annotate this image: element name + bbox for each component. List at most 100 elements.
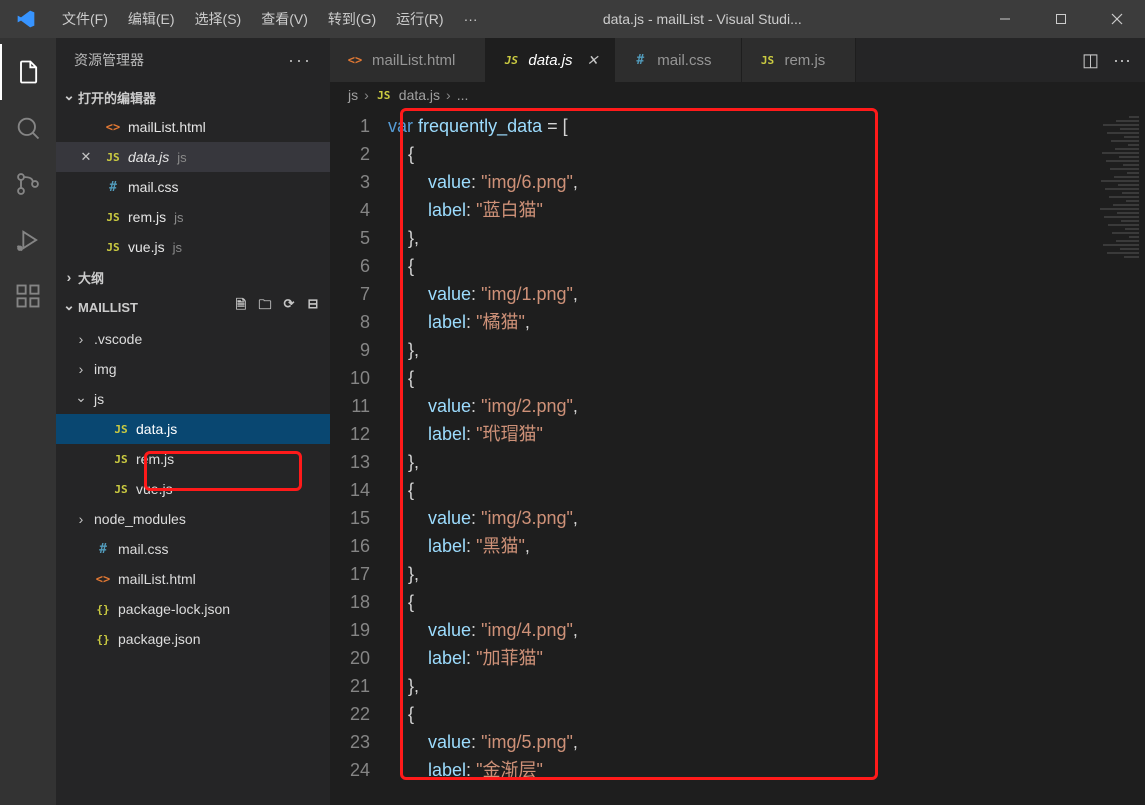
- window-maximize-button[interactable]: [1033, 0, 1089, 38]
- sidebar-more-icon[interactable]: ···: [288, 50, 312, 71]
- tree-label: node_modules: [94, 511, 186, 527]
- tree-folder[interactable]: node_modules: [56, 504, 330, 534]
- minimap[interactable]: [1075, 108, 1145, 805]
- tree-file[interactable]: vue.js: [56, 474, 330, 504]
- window-close-button[interactable]: [1089, 0, 1145, 38]
- chevron-down-icon: [74, 391, 88, 408]
- new-file-icon[interactable]: 🗎: [232, 296, 250, 318]
- activity-source-control-icon[interactable]: [0, 156, 56, 212]
- menu-item[interactable]: 运行(R): [386, 0, 453, 38]
- open-editor-label: mailList.html: [128, 119, 206, 135]
- tree-file[interactable]: package-lock.json: [56, 594, 330, 624]
- html-file-icon: [94, 572, 112, 586]
- new-folder-icon[interactable]: 🗀: [256, 296, 274, 318]
- chevron-down-icon: [60, 89, 78, 106]
- section-outline-label: 大纲: [78, 268, 104, 287]
- tree-folder[interactable]: img: [56, 354, 330, 384]
- sidebar-title: 资源管理器: [74, 50, 144, 70]
- section-outline[interactable]: 大纲: [56, 262, 330, 292]
- section-open-editors[interactable]: 打开的编辑器: [56, 82, 330, 112]
- menu-item[interactable]: 选择(S): [185, 0, 252, 38]
- json-file-icon: [94, 633, 112, 646]
- tree-file[interactable]: package.json: [56, 624, 330, 654]
- open-editors-list: mailList.htmldata.jsjsmail.cssrem.jsjsvu…: [56, 112, 330, 262]
- split-editor-icon[interactable]: ◫: [1082, 50, 1099, 71]
- js-file-icon: [112, 453, 130, 466]
- menu-item[interactable]: 文件(F): [52, 0, 118, 38]
- activity-run-debug-icon[interactable]: [0, 212, 56, 268]
- menu-item[interactable]: ···: [454, 0, 488, 38]
- tab-more-icon[interactable]: ···: [1113, 50, 1131, 71]
- js-file-icon: [104, 241, 122, 254]
- chevron-right-icon: [364, 87, 369, 103]
- editor-body: 123456789101112131415161718192021222324 …: [330, 108, 1145, 805]
- close-icon[interactable]: [587, 52, 599, 69]
- open-editor-item[interactable]: vue.jsjs: [56, 232, 330, 262]
- editor-area: mailList.htmldata.jsmail.cssrem.js ◫ ···…: [330, 38, 1145, 805]
- chevron-right-icon: [60, 269, 78, 285]
- activity-explorer-icon[interactable]: [0, 44, 56, 100]
- project-actions: 🗎 🗀 ⟳ ⊟: [232, 296, 330, 318]
- open-editor-item[interactable]: data.js js: [56, 142, 330, 172]
- tree-file[interactable]: mail.css: [56, 534, 330, 564]
- editor-tab[interactable]: rem.js: [742, 38, 856, 82]
- js-file-icon: [375, 89, 393, 102]
- activity-extensions-icon[interactable]: [0, 268, 56, 324]
- css-file-icon: [104, 180, 122, 195]
- open-editor-item[interactable]: mail.css: [56, 172, 330, 202]
- menu-item[interactable]: 查看(V): [251, 0, 318, 38]
- breadcrumb-segment[interactable]: js: [348, 87, 358, 103]
- activity-bar: [0, 38, 56, 805]
- open-editor-label: vue.js: [128, 239, 165, 255]
- editor-tab[interactable]: mail.css: [615, 38, 742, 82]
- html-file-icon: [346, 53, 364, 67]
- code-content[interactable]: var frequently_data = [ { value: "img/6.…: [388, 108, 1075, 805]
- section-project[interactable]: MAILLIST 🗎 🗀 ⟳ ⊟: [56, 292, 330, 322]
- open-editor-desc: js: [177, 150, 186, 165]
- tree-label: .vscode: [94, 331, 142, 347]
- refresh-icon[interactable]: ⟳: [280, 296, 298, 318]
- open-editor-label: data.js: [128, 149, 169, 165]
- js-file-icon: [104, 151, 122, 164]
- tree-file[interactable]: mailList.html: [56, 564, 330, 594]
- tree-file[interactable]: rem.js: [56, 444, 330, 474]
- breadcrumb-segment[interactable]: data.js: [399, 87, 440, 103]
- chevron-right-icon: [74, 361, 88, 377]
- json-file-icon: [94, 603, 112, 616]
- menubar: 文件(F)编辑(E)选择(S)查看(V)转到(G)运行(R)···: [52, 0, 488, 38]
- js-file-icon: [112, 483, 130, 496]
- tree-label: data.js: [136, 421, 177, 437]
- titlebar: 文件(F)编辑(E)选择(S)查看(V)转到(G)运行(R)··· data.j…: [0, 0, 1145, 38]
- chevron-down-icon: [60, 299, 78, 316]
- window-controls: [977, 0, 1145, 38]
- activity-search-icon[interactable]: [0, 100, 56, 156]
- tree-folder[interactable]: js: [56, 384, 330, 414]
- sidebar-explorer: 资源管理器 ··· 打开的编辑器 mailList.html data.js js m…: [56, 38, 330, 805]
- tree-label: mailList.html: [118, 571, 196, 587]
- close-icon[interactable]: [78, 149, 94, 165]
- css-file-icon: [631, 53, 649, 68]
- vscode-logo-icon: [0, 9, 52, 29]
- editor-tab[interactable]: mailList.html: [330, 38, 486, 82]
- tree-label: package.json: [118, 631, 201, 647]
- tab-label: mailList.html: [372, 52, 455, 69]
- line-gutter: 123456789101112131415161718192021222324: [330, 108, 388, 805]
- section-project-label: MAILLIST: [78, 300, 138, 315]
- tree-folder[interactable]: .vscode: [56, 324, 330, 354]
- tree-file[interactable]: data.js: [56, 414, 330, 444]
- chevron-right-icon: [74, 511, 88, 527]
- window-minimize-button[interactable]: [977, 0, 1033, 38]
- collapse-all-icon[interactable]: ⊟: [304, 296, 322, 318]
- open-editor-item[interactable]: mailList.html: [56, 112, 330, 142]
- file-tree: .vscode imgjs data.js rem.jsvue.js node_modu…: [56, 322, 330, 654]
- breadcrumb-segment[interactable]: ...: [457, 87, 469, 103]
- tree-label: mail.css: [118, 541, 169, 557]
- editor-tab[interactable]: data.js: [486, 38, 615, 82]
- breadcrumbs[interactable]: js data.js...: [330, 82, 1145, 108]
- menu-item[interactable]: 编辑(E): [118, 0, 185, 38]
- menu-item[interactable]: 转到(G): [318, 0, 386, 38]
- sidebar-header: 资源管理器 ···: [56, 38, 330, 82]
- open-editor-item[interactable]: rem.jsjs: [56, 202, 330, 232]
- chevron-right-icon: [446, 87, 451, 103]
- js-file-icon: [502, 54, 520, 67]
